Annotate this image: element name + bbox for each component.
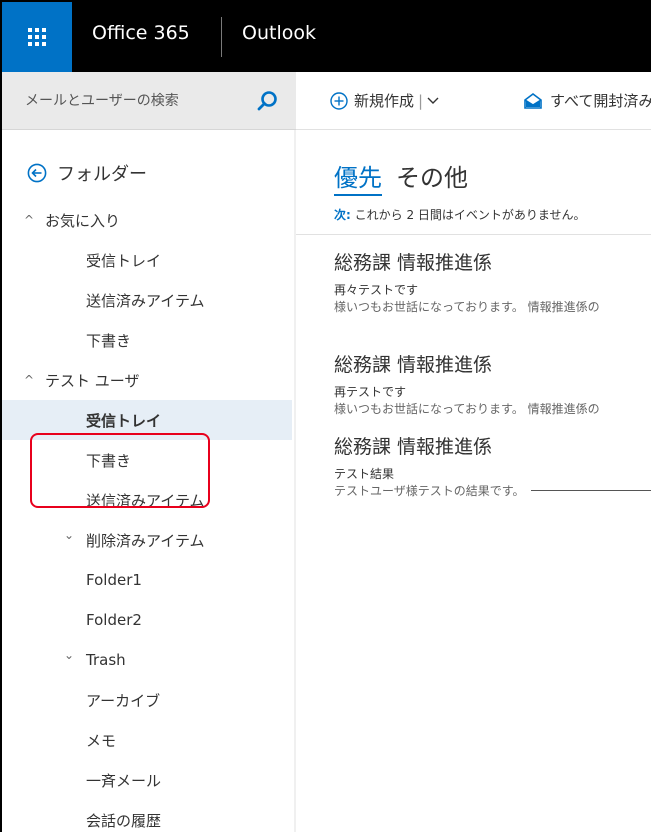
tab-focused[interactable]: 優先 (334, 158, 382, 196)
message-item[interactable]: 総務課 情報推進係再々テストです様いつもお世話になっております。 情報推進係の (334, 248, 651, 315)
chevron-down-icon[interactable]: ⌄ (64, 528, 74, 542)
folder-item[interactable]: 一斉メール (2, 760, 292, 800)
message-subject: テスト結果 (334, 467, 395, 481)
folder-item[interactable]: 会話の履歴 (2, 800, 292, 832)
new-message-label: 新規作成 (354, 92, 415, 110)
message-preview: 様いつもお世話になっております。 情報推進係の (334, 400, 651, 417)
message-item[interactable]: 総務課 情報推進係テスト結果テストユーザ様テストの結果です。 (334, 432, 651, 499)
folder-item[interactable]: 受信トレイ (2, 240, 292, 280)
message-subject: 再々テストです (334, 283, 419, 297)
chevron-down-icon[interactable] (427, 96, 439, 106)
back-arrow-circle-icon (27, 163, 47, 183)
chevron-up-icon[interactable]: ^ (24, 213, 34, 227)
message-preview-text: テストユーザ様テストの結果です。 (334, 484, 525, 498)
inbox-tabs: 優先 その他 (334, 158, 468, 196)
command-bar: 新規作成 | すべて開封済み (296, 72, 651, 130)
folder-item[interactable]: ⌄ 削除済みアイテム (2, 520, 292, 560)
folder-item-label: 送信済みアイテム (86, 291, 205, 310)
folder-item-label: テスト ユーザ (45, 371, 140, 390)
waffle-icon (28, 28, 46, 46)
next-label: 次: (334, 208, 351, 222)
folder-item-label: 下書き (86, 331, 132, 350)
chevron-down-icon[interactable]: ⌄ (64, 648, 74, 662)
outlook-link[interactable]: Outlook (242, 22, 316, 44)
folder-item-label: メモ (86, 731, 117, 750)
message-sender: 総務課 情報推進係 (334, 436, 493, 458)
new-message-button[interactable]: 新規作成 | (330, 90, 445, 111)
message-preview: 様いつもお世話になっております。 情報推進係の (334, 298, 651, 315)
folder-item-label: アーカイブ (86, 691, 161, 710)
list-divider (296, 234, 651, 235)
folder-item[interactable]: メモ (2, 720, 292, 760)
message-preview-text: 様いつもお世話になっております。 情報推進係の (334, 300, 600, 314)
folders-header-label: フォルダー (57, 164, 147, 185)
app-launcher-button[interactable] (2, 2, 72, 72)
office365-link[interactable]: Office 365 (92, 22, 190, 44)
message-item[interactable]: 総務課 情報推進係再テストです様いつもお世話になっております。 情報推進係の (334, 350, 651, 417)
chevron-up-icon[interactable]: ^ (24, 373, 34, 387)
folder-item-label: 会話の履歴 (86, 811, 162, 830)
folder-item-label: 受信トレイ (86, 411, 162, 430)
mark-all-read-label: すべて開封済み (550, 92, 651, 110)
tab-other[interactable]: その他 (396, 158, 468, 193)
topbar-separator (221, 17, 222, 57)
preview-rule (530, 490, 651, 491)
split-divider: | (418, 91, 424, 110)
message-sender: 総務課 情報推進係 (334, 354, 493, 376)
upcoming-events-bar[interactable]: 次: これから 2 日間はイベントがありません。 (334, 206, 586, 223)
search-bar (2, 72, 296, 130)
top-bar: Office 365 Outlook (2, 2, 651, 72)
folder-item[interactable]: Folder2 (2, 600, 292, 640)
folder-item-label: Folder2 (86, 611, 142, 629)
message-preview: テストユーザ様テストの結果です。 (334, 482, 651, 499)
message-pane: 優先 その他 次: これから 2 日間はイベントがありません。 総務課 情報推進… (296, 130, 651, 832)
search-input[interactable] (2, 72, 296, 130)
folders-header[interactable]: フォルダー (27, 160, 147, 186)
folder-item[interactable]: ^ お気に入り (2, 200, 292, 240)
folder-item[interactable]: アーカイブ (2, 680, 292, 720)
folder-item-label: Trash (86, 651, 126, 669)
message-subject: 再テストです (334, 385, 407, 399)
folder-item-label: 削除済みアイテム (86, 531, 205, 550)
folder-item-label: お気に入り (45, 211, 121, 230)
mark-all-read-button[interactable]: すべて開封済み (524, 90, 651, 111)
plus-circle-icon (330, 91, 348, 110)
message-sender: 総務課 情報推進係 (334, 252, 493, 274)
folder-item-label: Folder1 (86, 571, 142, 589)
highlight-annotation (30, 433, 210, 508)
folder-item[interactable]: 下書き (2, 320, 292, 360)
folder-item-label: 受信トレイ (86, 251, 162, 270)
folder-item[interactable]: ⌄ Trash (2, 640, 292, 680)
folder-item[interactable]: 送信済みアイテム (2, 280, 292, 320)
next-text: これから 2 日間はイベントがありません。 (354, 208, 586, 222)
envelope-open-icon (524, 92, 542, 109)
folder-item-label: 一斉メール (86, 771, 162, 790)
folder-item[interactable]: ^ テスト ユーザ (2, 360, 292, 400)
message-preview-text: 様いつもお世話になっております。 情報推進係の (334, 402, 600, 416)
search-icon[interactable] (256, 90, 278, 112)
folder-item[interactable]: Folder1 (2, 560, 292, 600)
